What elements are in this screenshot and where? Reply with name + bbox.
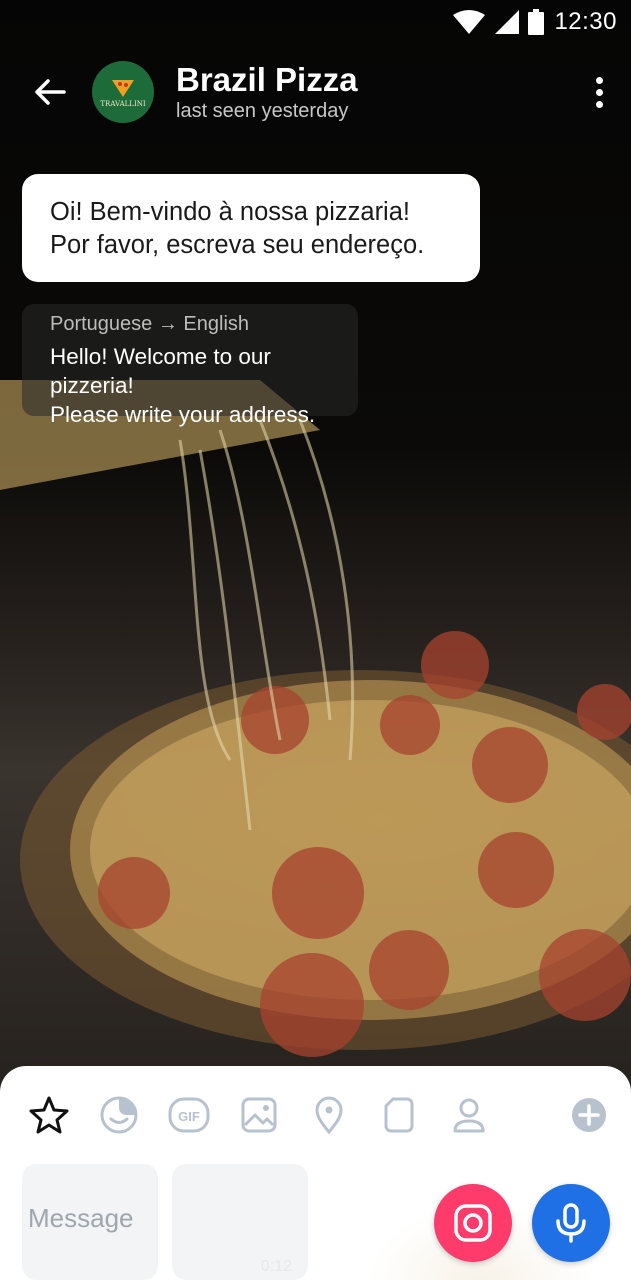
tab-files[interactable] <box>376 1092 422 1138</box>
message-input[interactable]: Message <box>28 1203 134 1234</box>
status-time: 12:30 <box>554 8 617 35</box>
battery-icon <box>528 9 545 35</box>
video-duration: 0:12 <box>260 1258 292 1275</box>
more-options-button[interactable] <box>589 74 609 110</box>
voice-record-button[interactable] <box>532 1184 610 1262</box>
chat-header: TRAVALLINI Brazil Pizza last seen yester… <box>0 56 631 128</box>
chat-title-block[interactable]: Brazil Pizza last seen yesterday <box>176 60 358 123</box>
media-thumbnail[interactable]: 0:12 <box>172 1164 308 1280</box>
camera-icon <box>454 1204 492 1242</box>
more-vertical-icon-dot <box>595 100 603 108</box>
back-button[interactable] <box>20 62 80 122</box>
chat-title: Brazil Pizza <box>176 60 358 98</box>
more-vertical-icon-dot <box>595 88 603 96</box>
microphone-icon <box>556 1203 586 1243</box>
camera-button[interactable] <box>434 1184 512 1262</box>
attachment-tabs: GIF <box>0 1092 631 1138</box>
translation-language-pair: Portuguese → English <box>50 313 250 335</box>
contact-icon <box>453 1098 485 1133</box>
sticker-icon <box>100 1096 138 1134</box>
tab-add-more[interactable] <box>566 1092 612 1138</box>
tab-location[interactable] <box>306 1092 352 1138</box>
message-text-line: Oi! Bem-vindo à nossa pizzaria! <box>50 198 410 226</box>
translation-text: Hello! Welcome to our pizzeria! Please w… <box>50 342 330 429</box>
message-text-line: Por favor, escreva seu endereço. <box>50 231 425 259</box>
gif-icon: GIF <box>168 1097 210 1133</box>
translation-text-line: Hello! Welcome to our pizzeria! <box>50 344 271 398</box>
status-icons <box>452 9 545 35</box>
pizza-slice-logo-icon <box>112 80 134 97</box>
more-vertical-icon-dot <box>595 76 603 84</box>
gif-label: GIF <box>178 1109 200 1124</box>
file-icon <box>384 1097 414 1133</box>
add-circle-icon <box>572 1098 606 1132</box>
status-bar: 12:30 <box>0 0 631 44</box>
last-seen-status: last seen yesterday <box>176 99 349 122</box>
tab-gif[interactable]: GIF <box>166 1092 212 1138</box>
translation-text-line: Please write your address. <box>50 402 316 427</box>
signal-icon <box>495 10 520 34</box>
avatar[interactable]: TRAVALLINI <box>92 61 154 123</box>
translation-card[interactable]: Portuguese → English Hello! Welcome to o… <box>22 304 358 427</box>
tab-gallery[interactable] <box>236 1092 282 1138</box>
location-pin-icon <box>315 1096 343 1135</box>
tab-contacts[interactable] <box>446 1092 492 1138</box>
avatar-brand-text: TRAVALLINI <box>100 100 146 108</box>
arrow-left-icon <box>35 79 66 105</box>
image-icon <box>241 1097 277 1133</box>
wifi-icon <box>453 10 486 34</box>
tab-favorites[interactable] <box>26 1092 72 1138</box>
star-icon <box>29 1096 69 1134</box>
incoming-message[interactable]: Oi! Bem-vindo à nossa pizzaria! Por favo… <box>22 174 480 282</box>
attachment-sheet: GIF 0:12 Message <box>0 1066 631 1280</box>
tab-stickers[interactable] <box>96 1092 142 1138</box>
